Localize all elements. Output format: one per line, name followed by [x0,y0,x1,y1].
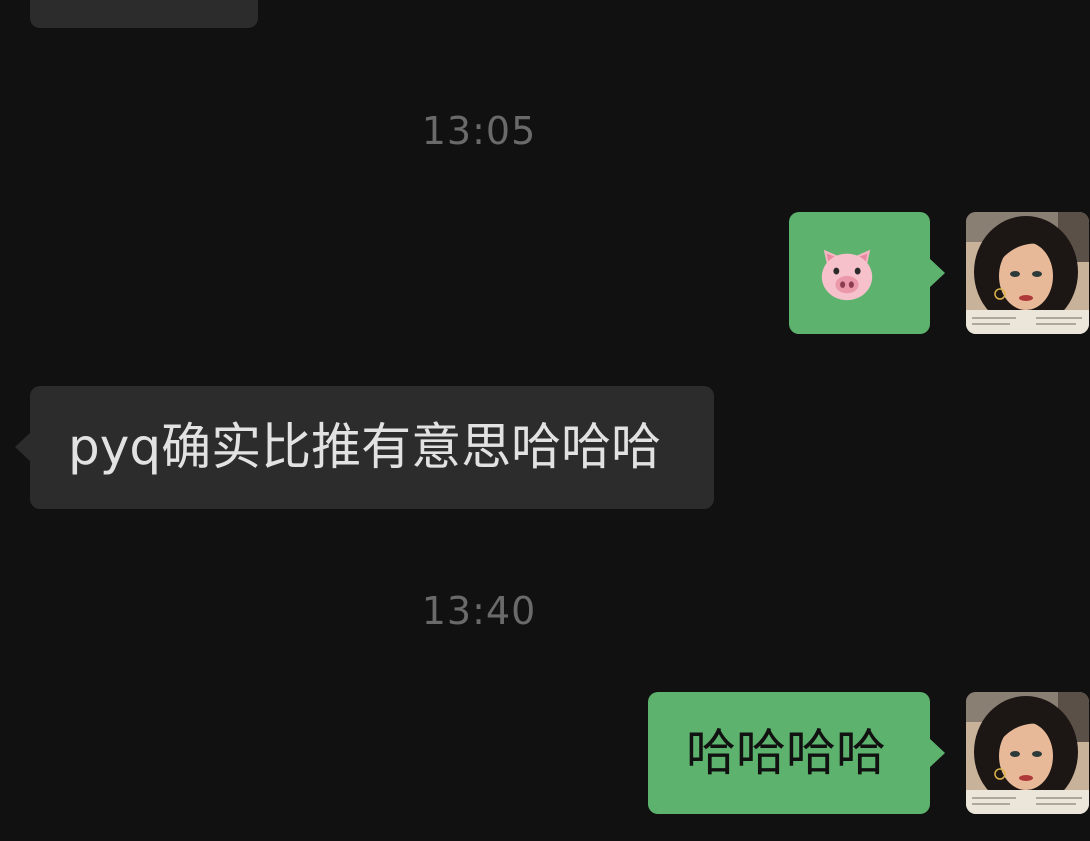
message-bubble-incoming[interactable]: pyq确实比推有意思哈哈哈 [15,386,714,509]
chat-message-list[interactable]: 13:05 pyq确实比推有意思哈哈哈 13:40 哈哈哈哈 [0,0,1090,841]
avatar-portrait-image [966,212,1089,334]
message-bubble-outgoing[interactable]: 哈哈哈哈 [648,692,945,814]
user-avatar[interactable] [966,212,1089,334]
pig-face-emoji-icon [821,249,873,301]
message-timestamp: 13:05 [421,109,537,153]
message-bubble-outgoing-emoji[interactable] [789,212,945,334]
user-avatar[interactable] [966,692,1089,814]
message-bubble-incoming-partial[interactable] [30,0,258,28]
message-timestamp: 13:40 [421,589,537,633]
avatar-portrait-image [966,692,1089,814]
